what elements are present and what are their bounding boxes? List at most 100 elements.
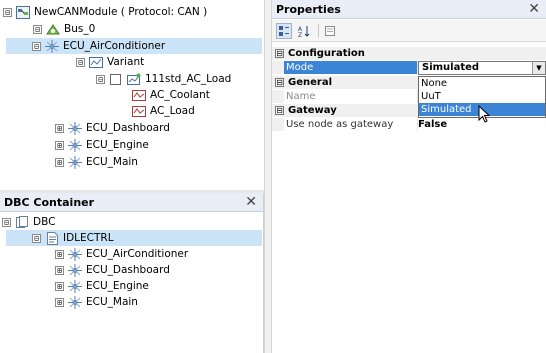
collapse-icon[interactable]: ⊟: [2, 217, 11, 227]
expand-icon[interactable]: ⊞: [55, 265, 64, 275]
tree-node-label: DBC: [33, 216, 56, 228]
tree-node-label: IDLECTRL: [63, 232, 114, 244]
ecu-node-icon: [45, 39, 59, 53]
properties-panel: Properties ✕ AZ ⊟ Configuration Mode ⊟ G…: [272, 0, 546, 353]
dropdown-option-none[interactable]: None: [419, 77, 545, 90]
tree-node-label: ECU_Dashboard: [86, 264, 170, 276]
tree-node-variant[interactable]: ⊟ Variant: [76, 54, 144, 70]
ecu-node-icon: [68, 279, 82, 293]
tree-node-dbc-ecu[interactable]: ⊞ ECU_Dashboard: [55, 262, 170, 278]
collapse-icon[interactable]: ⊟: [33, 24, 42, 34]
tree-node-label: ECU_Dashboard: [86, 122, 170, 134]
tree-node-ecu-main[interactable]: ⊞ ECU_Main: [55, 154, 138, 170]
property-gutter: [272, 118, 284, 131]
tree-node-label: Variant: [107, 56, 145, 68]
tree-node-label: NewCANModule ( Protocol: CAN ): [34, 6, 208, 18]
collapse-icon[interactable]: ⊟: [275, 106, 284, 115]
ecu-node-icon: [68, 138, 82, 152]
expand-icon[interactable]: ⊞: [55, 157, 64, 167]
bus-icon: [46, 23, 60, 36]
vertical-splitter[interactable]: [264, 0, 272, 353]
tree-node-label: AC_Load: [150, 105, 195, 117]
ecu-node-icon: [68, 121, 82, 135]
tree-node-ecu-airconditioner[interactable]: ⊟ ECU_AirConditioner: [6, 38, 262, 54]
category-label: Configuration: [288, 48, 365, 59]
ecu-node-icon: [68, 247, 82, 261]
tree-node-idlectrl[interactable]: ⊟ IDLECTRL: [6, 230, 262, 246]
expand-icon[interactable]: ⊞: [55, 249, 64, 259]
ecu-node-icon: [68, 155, 82, 169]
tree-node-111std-ac-load[interactable]: ⊟ 111std_AC_Load: [96, 71, 231, 87]
property-name: Mode: [284, 61, 417, 74]
properties-toolbar: AZ: [272, 20, 546, 42]
property-gutter: [272, 61, 284, 74]
tree-node-label: 111std_AC_Load: [145, 73, 232, 85]
variant-icon: [89, 56, 103, 69]
tree-node-label: ECU_Engine: [86, 139, 149, 151]
expand-icon[interactable]: ⊞: [55, 123, 64, 133]
collapse-icon[interactable]: ⊟: [76, 57, 85, 67]
tree-node-ecu-engine[interactable]: ⊞ ECU_Engine: [55, 137, 149, 153]
collapse-icon[interactable]: ⊟: [32, 41, 41, 51]
ecu-node-icon: [68, 295, 82, 309]
svg-text:Z: Z: [298, 32, 302, 38]
tree-node-bus[interactable]: ⊟ Bus_0: [33, 21, 95, 37]
property-value: False: [418, 119, 448, 130]
tree-node-label: ECU_AirConditioner: [63, 40, 166, 52]
tree-node-signal[interactable]: AC_Coolant: [132, 87, 210, 103]
property-name: Use node as gateway: [286, 119, 394, 130]
tree-node-label: ECU_Main: [86, 156, 138, 168]
tree-node-label: ECU_Main: [86, 296, 138, 308]
close-icon[interactable]: ✕: [245, 193, 257, 212]
checkbox-icon[interactable]: [109, 73, 123, 86]
property-gutter: [272, 90, 284, 103]
close-icon[interactable]: ✕: [528, 0, 540, 19]
tree-node-ecu-dashboard[interactable]: ⊞ ECU_Dashboard: [55, 120, 170, 136]
tree-node-signal[interactable]: AC_Load: [132, 103, 195, 119]
expand-icon[interactable]: ⊞: [55, 140, 64, 150]
dbc-folder-icon: [15, 215, 29, 229]
toolbar-separator: [318, 24, 319, 38]
collapse-icon[interactable]: ⊟: [275, 49, 284, 58]
mode-combobox[interactable]: Simulated ▼: [418, 61, 546, 75]
message-icon: [127, 73, 141, 86]
panel-title: DBC Container: [4, 196, 95, 209]
signal-icon: [132, 89, 146, 102]
tree-node-label: AC_Coolant: [150, 89, 210, 101]
network-tree-panel: ⊟ NewCANModule ( Protocol: CAN ) ⊟ Bus_0…: [0, 0, 264, 190]
tree-node-dbc-ecu[interactable]: ⊞ ECU_AirConditioner: [55, 246, 188, 262]
tree-node-label: ECU_AirConditioner: [86, 248, 189, 260]
tree-node-root[interactable]: ⊟ NewCANModule ( Protocol: CAN ): [3, 4, 207, 20]
categorized-icon[interactable]: [276, 23, 292, 39]
collapse-icon[interactable]: ⊟: [3, 7, 12, 17]
properties-header: Properties ✕: [272, 0, 546, 19]
expand-icon[interactable]: ⊞: [55, 297, 64, 307]
expand-icon[interactable]: ⊞: [55, 281, 64, 291]
combobox-value: Simulated: [422, 62, 480, 73]
panel-title: Properties: [276, 3, 341, 16]
mouse-pointer-icon: [478, 104, 492, 125]
signal-icon: [132, 105, 146, 118]
alphabetical-sort-icon[interactable]: AZ: [296, 23, 312, 39]
property-row-use-gateway[interactable]: Use node as gateway False: [272, 118, 546, 131]
chevron-down-icon[interactable]: ▼: [532, 62, 545, 74]
property-name: Name: [286, 91, 316, 102]
tree-node-label: Bus_0: [64, 23, 96, 35]
tree-node-label: ECU_Engine: [86, 280, 149, 292]
property-pages-icon[interactable]: [322, 23, 338, 39]
category-label: General: [288, 77, 332, 88]
ecu-node-icon: [68, 263, 82, 277]
can-module-icon: [16, 5, 30, 19]
tree-node-dbc[interactable]: ⊟ DBC: [2, 214, 55, 230]
dbc-container-header: DBC Container ✕: [0, 193, 263, 212]
tree-node-dbc-ecu[interactable]: ⊞ ECU_Engine: [55, 278, 149, 294]
category-label: Gateway: [288, 105, 337, 116]
dbc-container-panel: DBC Container ✕ ⊟ DBC ⊟ IDLECTRL ⊞ ECU_A…: [0, 193, 264, 353]
tree-node-dbc-ecu[interactable]: ⊞ ECU_Main: [55, 294, 138, 310]
collapse-icon[interactable]: ⊟: [275, 78, 284, 87]
dropdown-option-uut[interactable]: UuT: [419, 90, 545, 103]
collapse-icon[interactable]: ⊟: [32, 233, 41, 243]
collapse-icon[interactable]: ⊟: [96, 74, 105, 84]
category-configuration[interactable]: ⊟ Configuration: [272, 47, 546, 60]
dbc-file-icon: [45, 231, 59, 245]
